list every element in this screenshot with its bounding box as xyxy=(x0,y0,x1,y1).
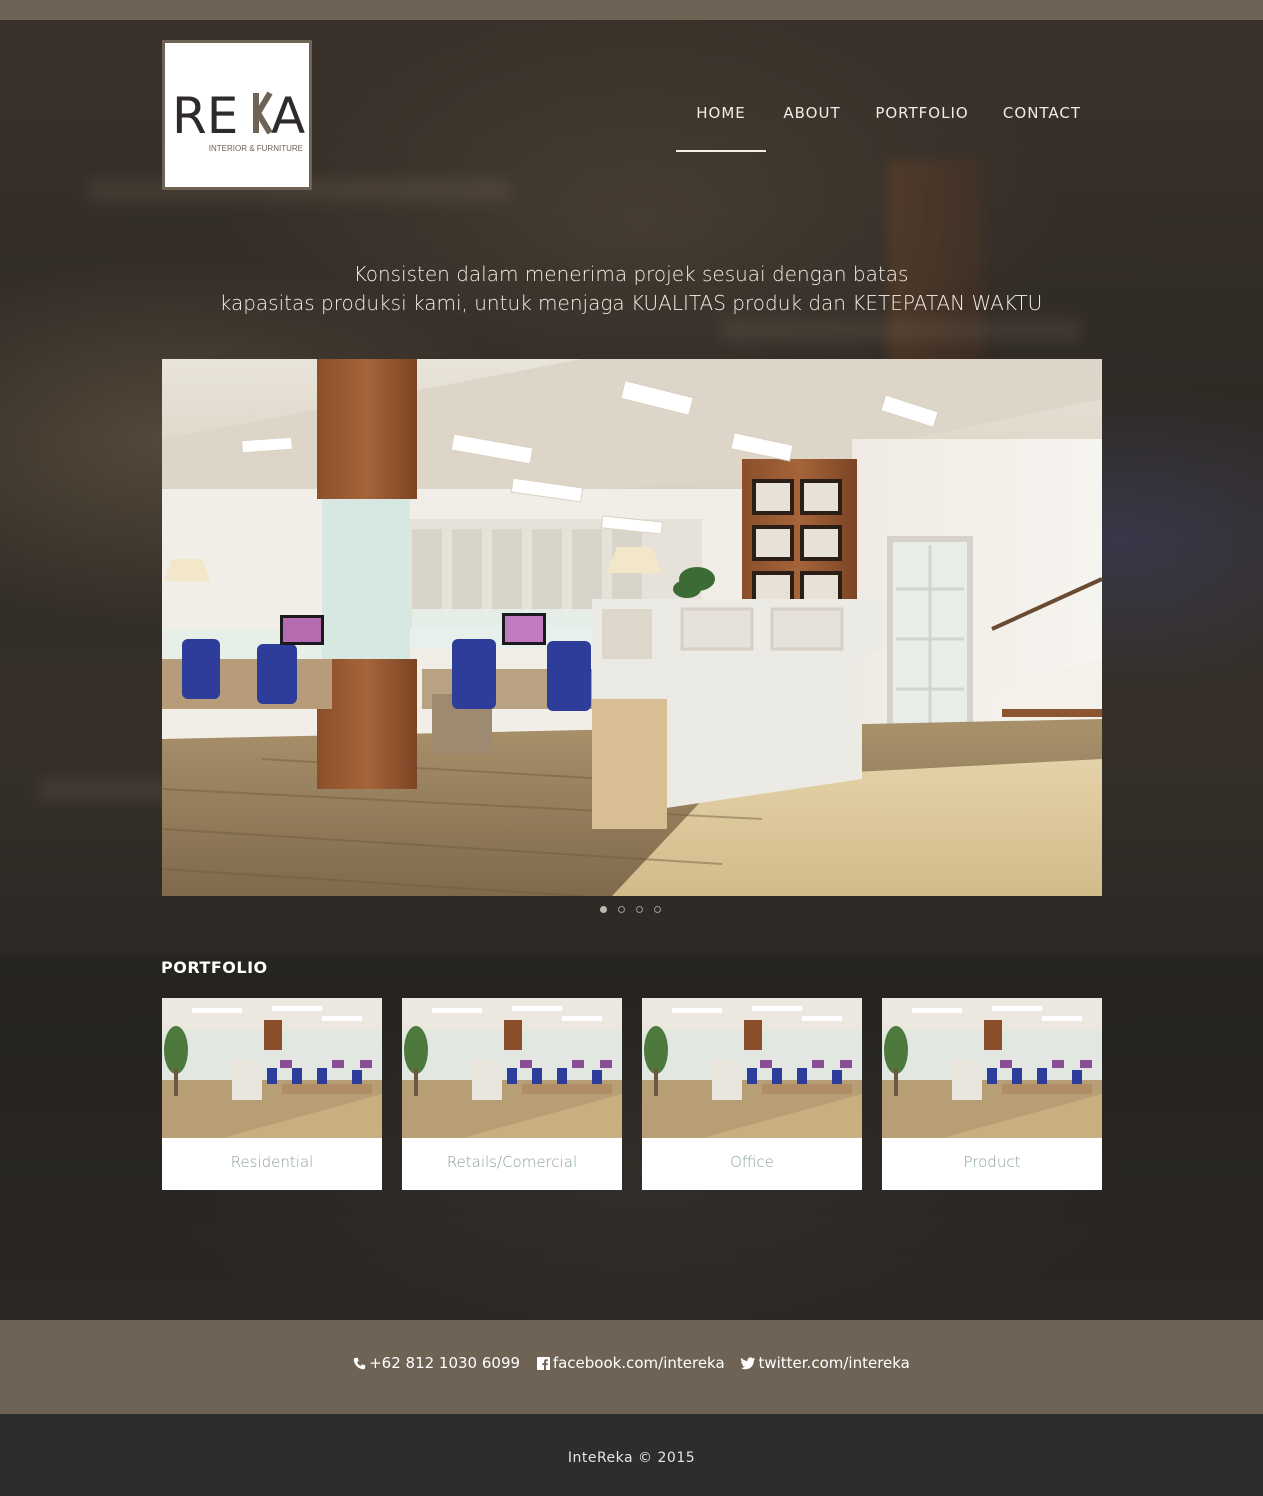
slider-dot-1[interactable] xyxy=(600,906,607,913)
thumbnail-office-image xyxy=(882,998,1102,1138)
slider-dot-3[interactable] xyxy=(636,906,643,913)
portfolio-card-label: Retails/Comercial xyxy=(446,1153,578,1171)
facebook-icon xyxy=(536,1357,550,1370)
logo-text-a: A xyxy=(271,87,305,139)
thumbnail-office-image xyxy=(162,998,382,1138)
portfolio-card-residential[interactable]: Residential xyxy=(162,998,382,1190)
logo-k-mark xyxy=(253,91,273,135)
nav-portfolio[interactable]: PORTFOLIO xyxy=(874,100,970,152)
phone-icon xyxy=(353,1357,366,1370)
twitter-link: twitter.com/intereka xyxy=(758,1354,910,1372)
nav-home[interactable]: HOME xyxy=(676,100,766,152)
portfolio-card-label: Residential xyxy=(230,1153,314,1171)
background-light xyxy=(720,320,1080,340)
reka-logo[interactable]: RE A INTERIOR & FURNITURE xyxy=(162,40,312,190)
twitter-icon xyxy=(741,1357,756,1370)
thumbnail-office-image xyxy=(402,998,622,1138)
footer: InteReka © 2015 xyxy=(0,1414,1263,1496)
nav-contact[interactable]: CONTACT xyxy=(1002,100,1082,152)
slide-office-interior xyxy=(162,359,1102,896)
contact-twitter[interactable]: twitter.com/intereka xyxy=(741,1354,910,1372)
slider-dot-4[interactable] xyxy=(654,906,661,913)
portfolio-thumbnail xyxy=(882,998,1102,1138)
reka-wordmark: RE A xyxy=(172,87,305,139)
thumbnail-office-image xyxy=(642,998,862,1138)
portfolio-card-label: Product xyxy=(963,1153,1021,1171)
portfolio-thumbnail xyxy=(162,998,382,1138)
phone-number: +62 812 1030 6099 xyxy=(369,1354,521,1372)
portfolio-heading: PORTFOLIO xyxy=(161,958,268,977)
portfolio-thumbnail xyxy=(642,998,862,1138)
contact-facebook[interactable]: facebook.com/intereka xyxy=(536,1354,725,1372)
contact-phone[interactable]: +62 812 1030 6099 xyxy=(353,1354,520,1372)
portfolio-thumbnail xyxy=(402,998,622,1138)
tagline-line-2: kapasitas produksi kami, untuk menjaga K… xyxy=(219,291,1043,315)
portfolio-card-retails-comercial[interactable]: Retails/Comercial xyxy=(402,998,622,1190)
portfolio-card-office[interactable]: Office xyxy=(642,998,862,1190)
portfolio-card-product[interactable]: Product xyxy=(882,998,1102,1190)
contact-line: +62 812 1030 6099 facebook.com/intereka … xyxy=(0,1354,1263,1372)
nav-about[interactable]: ABOUT xyxy=(780,100,844,152)
top-accent-bar xyxy=(0,0,1263,20)
tagline: Konsisten dalam menerima projek sesuai d… xyxy=(131,260,1131,318)
logo-text-re: RE xyxy=(172,87,238,139)
logo-subtitle: INTERIOR & FURNITURE xyxy=(208,144,303,153)
portfolio-card-label: Office xyxy=(730,1153,774,1171)
slider-dot-2[interactable] xyxy=(618,906,625,913)
copyright-text: InteReka © 2015 xyxy=(567,1450,696,1466)
tagline-line-1: Konsisten dalam menerima projek sesuai d… xyxy=(353,262,909,286)
slider-pagination xyxy=(598,906,668,916)
hero-slider[interactable] xyxy=(162,359,1102,896)
contact-bar: +62 812 1030 6099 facebook.com/intereka … xyxy=(0,1320,1263,1414)
facebook-link: facebook.com/intereka xyxy=(552,1354,725,1372)
